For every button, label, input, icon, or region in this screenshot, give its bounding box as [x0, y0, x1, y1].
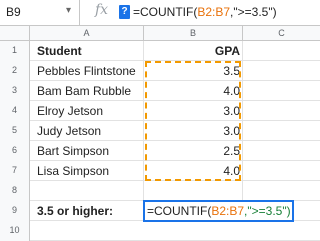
label-cell[interactable]: 3.5 or higher:	[37, 204, 113, 218]
formula-function: =COUNTIF(	[147, 204, 212, 218]
row-header[interactable]: 4	[0, 101, 30, 121]
row-header[interactable]: 7	[0, 161, 30, 181]
formula-range: B2:B7	[211, 204, 245, 218]
active-cell-editor[interactable]: =COUNTIF(B2:B7,">=3.5")	[143, 200, 294, 222]
active-cell-formula: =COUNTIF(B2:B7,">=3.5")	[147, 204, 291, 218]
column-header-row: A B C	[0, 26, 320, 41]
row-header[interactable]: 10	[0, 221, 30, 241]
student-cell[interactable]: Elroy Jetson	[37, 104, 103, 118]
row-header[interactable]: 1	[0, 41, 30, 61]
formula-criteria: ,">=3.5")	[244, 204, 291, 218]
student-cell[interactable]: Lisa Simpson	[37, 164, 109, 178]
formula-criteria: ,">=3.5")	[230, 5, 277, 19]
table-row: 8	[0, 181, 320, 201]
range-highlight	[145, 61, 241, 181]
column-header-b[interactable]: B	[144, 26, 243, 40]
formula-help-icon[interactable]: ?	[119, 5, 130, 19]
chevron-down-icon[interactable]: ▾	[66, 5, 71, 16]
column-header-a[interactable]: A	[30, 26, 144, 40]
formula-function: =COUNTIF(	[133, 5, 198, 19]
formula-range: B2:B7	[197, 5, 231, 19]
spreadsheet: B9 ▾ fx ? =COUNTIF(B2:B7,">=3.5") A B C …	[0, 0, 320, 241]
formula-bar: B9 ▾ fx ? =COUNTIF(B2:B7,">=3.5")	[0, 0, 320, 26]
table-row: 1 Student GPA	[0, 41, 320, 61]
table-row: 10	[0, 221, 320, 241]
cell-reference: B9	[6, 5, 21, 19]
student-cell[interactable]: Pebbles Flintstone	[37, 64, 136, 78]
row-header[interactable]: 3	[0, 81, 30, 101]
fx-icon: fx	[95, 2, 109, 18]
row-header[interactable]: 9	[0, 201, 30, 221]
row-header[interactable]: 5	[0, 121, 30, 141]
student-cell[interactable]: Bart Simpson	[37, 144, 109, 158]
header-cell-gpa[interactable]: GPA	[144, 44, 240, 58]
student-cell[interactable]: Judy Jetson	[37, 124, 101, 138]
formula-input[interactable]: =COUNTIF(B2:B7,">=3.5")	[133, 5, 277, 19]
row-header[interactable]: 8	[0, 181, 30, 201]
header-cell-student[interactable]: Student	[37, 44, 82, 58]
row-header[interactable]: 2	[0, 61, 30, 81]
student-cell[interactable]: Bam Bam Rubble	[37, 84, 131, 98]
name-box[interactable]: B9 ▾	[0, 0, 80, 25]
row-header[interactable]: 6	[0, 141, 30, 161]
column-header-c[interactable]: C	[243, 26, 320, 40]
select-all-corner[interactable]	[0, 26, 30, 40]
